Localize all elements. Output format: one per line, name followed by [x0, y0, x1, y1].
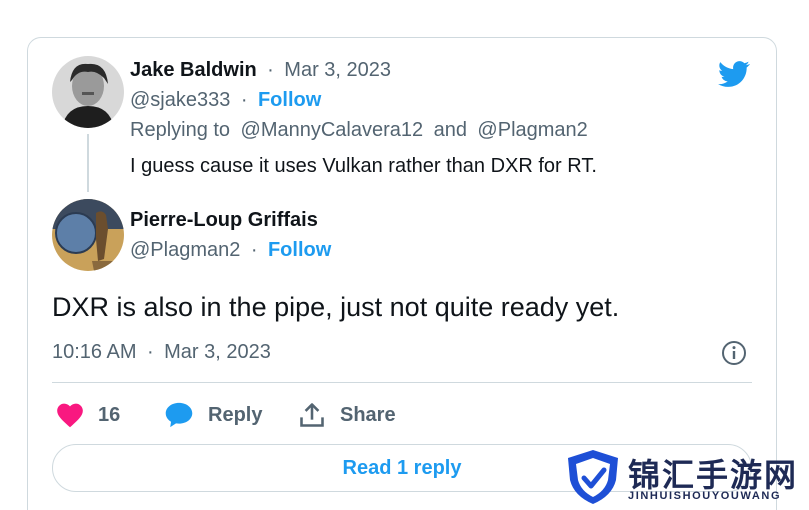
like-button[interactable]: 16 — [56, 398, 120, 432]
speech-bubble-icon — [165, 402, 193, 428]
tweet-date[interactable]: Mar 3, 2023 — [164, 341, 271, 363]
replying-to-link-manny[interactable]: @MannyCalavera12 — [241, 119, 424, 141]
replying-to-prefix: Replying to — [130, 119, 231, 141]
replying-to-and: and — [433, 119, 467, 141]
watermark-en-text: JINHUISHOUYOUWANG — [628, 490, 782, 502]
separator-dot: · — [240, 89, 248, 111]
reply-label: Reply — [208, 403, 263, 426]
reply-date[interactable]: Mar 3, 2023 — [284, 59, 391, 81]
heart-icon — [57, 403, 83, 428]
shield-logo-icon — [568, 450, 618, 504]
reply-author-name[interactable]: Jake Baldwin — [130, 59, 257, 81]
main-tweet-text: DXR is also in the pipe, just not quite … — [52, 292, 620, 322]
avatar-pierre-loup-griffais[interactable] — [52, 199, 124, 271]
reply-button[interactable]: Reply — [164, 398, 262, 432]
follow-jake-button[interactable]: Follow — [258, 89, 321, 111]
info-icon[interactable] — [721, 340, 747, 366]
tweet-time[interactable]: 10:16 AM — [52, 341, 137, 363]
share-icon — [300, 403, 324, 427]
watermark: 锦汇手游网 JINHUISHOUYOUWANG — [562, 446, 802, 508]
like-count: 16 — [98, 403, 121, 426]
separator-dot: · — [250, 239, 258, 261]
reply-tweet-text: I guess cause it uses Vulkan rather than… — [130, 155, 597, 177]
twitter-bird-icon[interactable] — [716, 58, 752, 90]
thread-connector — [87, 134, 89, 192]
share-label: Share — [340, 403, 396, 426]
replying-to-link-plagman[interactable]: @Plagman2 — [477, 119, 587, 141]
divider — [52, 382, 752, 383]
reply-author-handle[interactable]: @sjake333 — [130, 89, 230, 111]
main-author-name[interactable]: Pierre-Loup Griffais — [130, 209, 318, 231]
main-author-handle[interactable]: @Plagman2 — [130, 239, 240, 261]
read-replies-label: Read 1 reply — [342, 456, 462, 479]
separator-dot: · — [267, 59, 274, 81]
share-button[interactable]: Share — [298, 398, 396, 432]
avatar-jake-baldwin[interactable] — [52, 56, 124, 128]
follow-pierre-button[interactable]: Follow — [268, 239, 331, 261]
separator-dot: · — [146, 341, 154, 363]
